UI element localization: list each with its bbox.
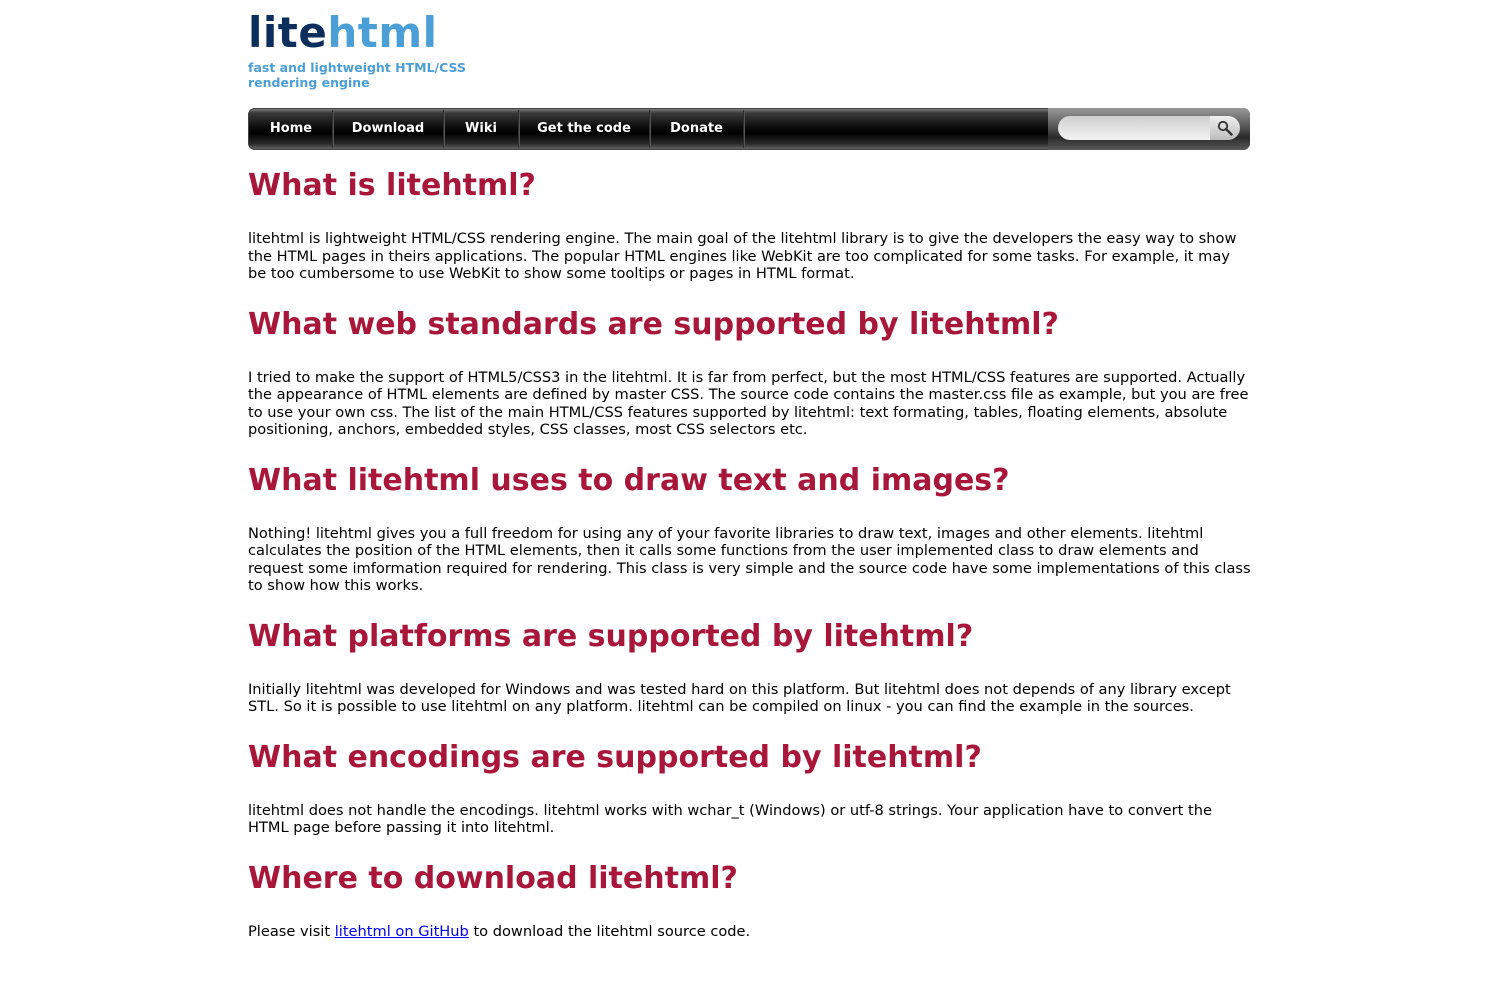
section-text-platforms: Initially litehtml was developed for Win… xyxy=(248,680,1231,716)
github-link[interactable]: litehtml on GitHub xyxy=(335,923,469,940)
section-text-what-is: litehtml is lightweight HTML/CSS renderi… xyxy=(248,230,1237,282)
section-heading-what-is: What is litehtml? xyxy=(248,168,536,203)
nav-item-home[interactable]: Home xyxy=(250,110,333,148)
section-heading-encodings: What encodings are supported by litehtml… xyxy=(248,739,982,775)
download-text-before: Please visit xyxy=(248,922,335,940)
section-heading-platforms: What platforms are supported by litehtml… xyxy=(248,618,974,654)
search-area xyxy=(1048,108,1250,150)
section-text-draw-text: Nothing! litehtml gives you a full freed… xyxy=(248,524,1251,595)
section-heading-web-standards: What web standards are supported by lite… xyxy=(248,306,1059,342)
logo-text-html: html xyxy=(327,8,438,57)
section-heading-draw-text: What litehtml uses to draw text and imag… xyxy=(248,462,1010,498)
main-content: What is litehtml? litehtml is lightweigh… xyxy=(248,165,1252,940)
site-tagline: fast and lightweight HTML/CSS rendering … xyxy=(248,60,466,90)
search-input[interactable] xyxy=(1058,116,1210,140)
section-heading-download: Where to download litehtml? xyxy=(248,860,738,896)
magnifier-icon xyxy=(1217,120,1233,136)
nav-menu: Home Download Wiki Get the code Donate xyxy=(250,110,744,148)
nav-item-wiki[interactable]: Wiki xyxy=(444,110,519,148)
nav-item-get-the-code[interactable]: Get the code xyxy=(519,110,650,148)
download-text-after: to download the litehtml source code. xyxy=(468,922,751,940)
logo-text-lite: lite xyxy=(248,8,328,57)
section-text-web-standards: I tried to make the support of HTML5/CSS… xyxy=(248,368,1249,439)
section-text-download: Please visit litehtml on GitHub to downl… xyxy=(248,923,1252,941)
nav-item-donate[interactable]: Donate xyxy=(650,110,744,148)
main-navbar: Home Download Wiki Get the code Donate xyxy=(248,108,1250,150)
search-button[interactable] xyxy=(1210,116,1240,140)
page: litehtml fast and lightweight HTML/CSS r… xyxy=(248,0,1252,940)
section-text-encodings: litehtml does not handle the encodings. … xyxy=(248,801,1212,837)
nav-item-download[interactable]: Download xyxy=(333,110,444,148)
site-logo[interactable]: litehtml xyxy=(248,10,1252,56)
